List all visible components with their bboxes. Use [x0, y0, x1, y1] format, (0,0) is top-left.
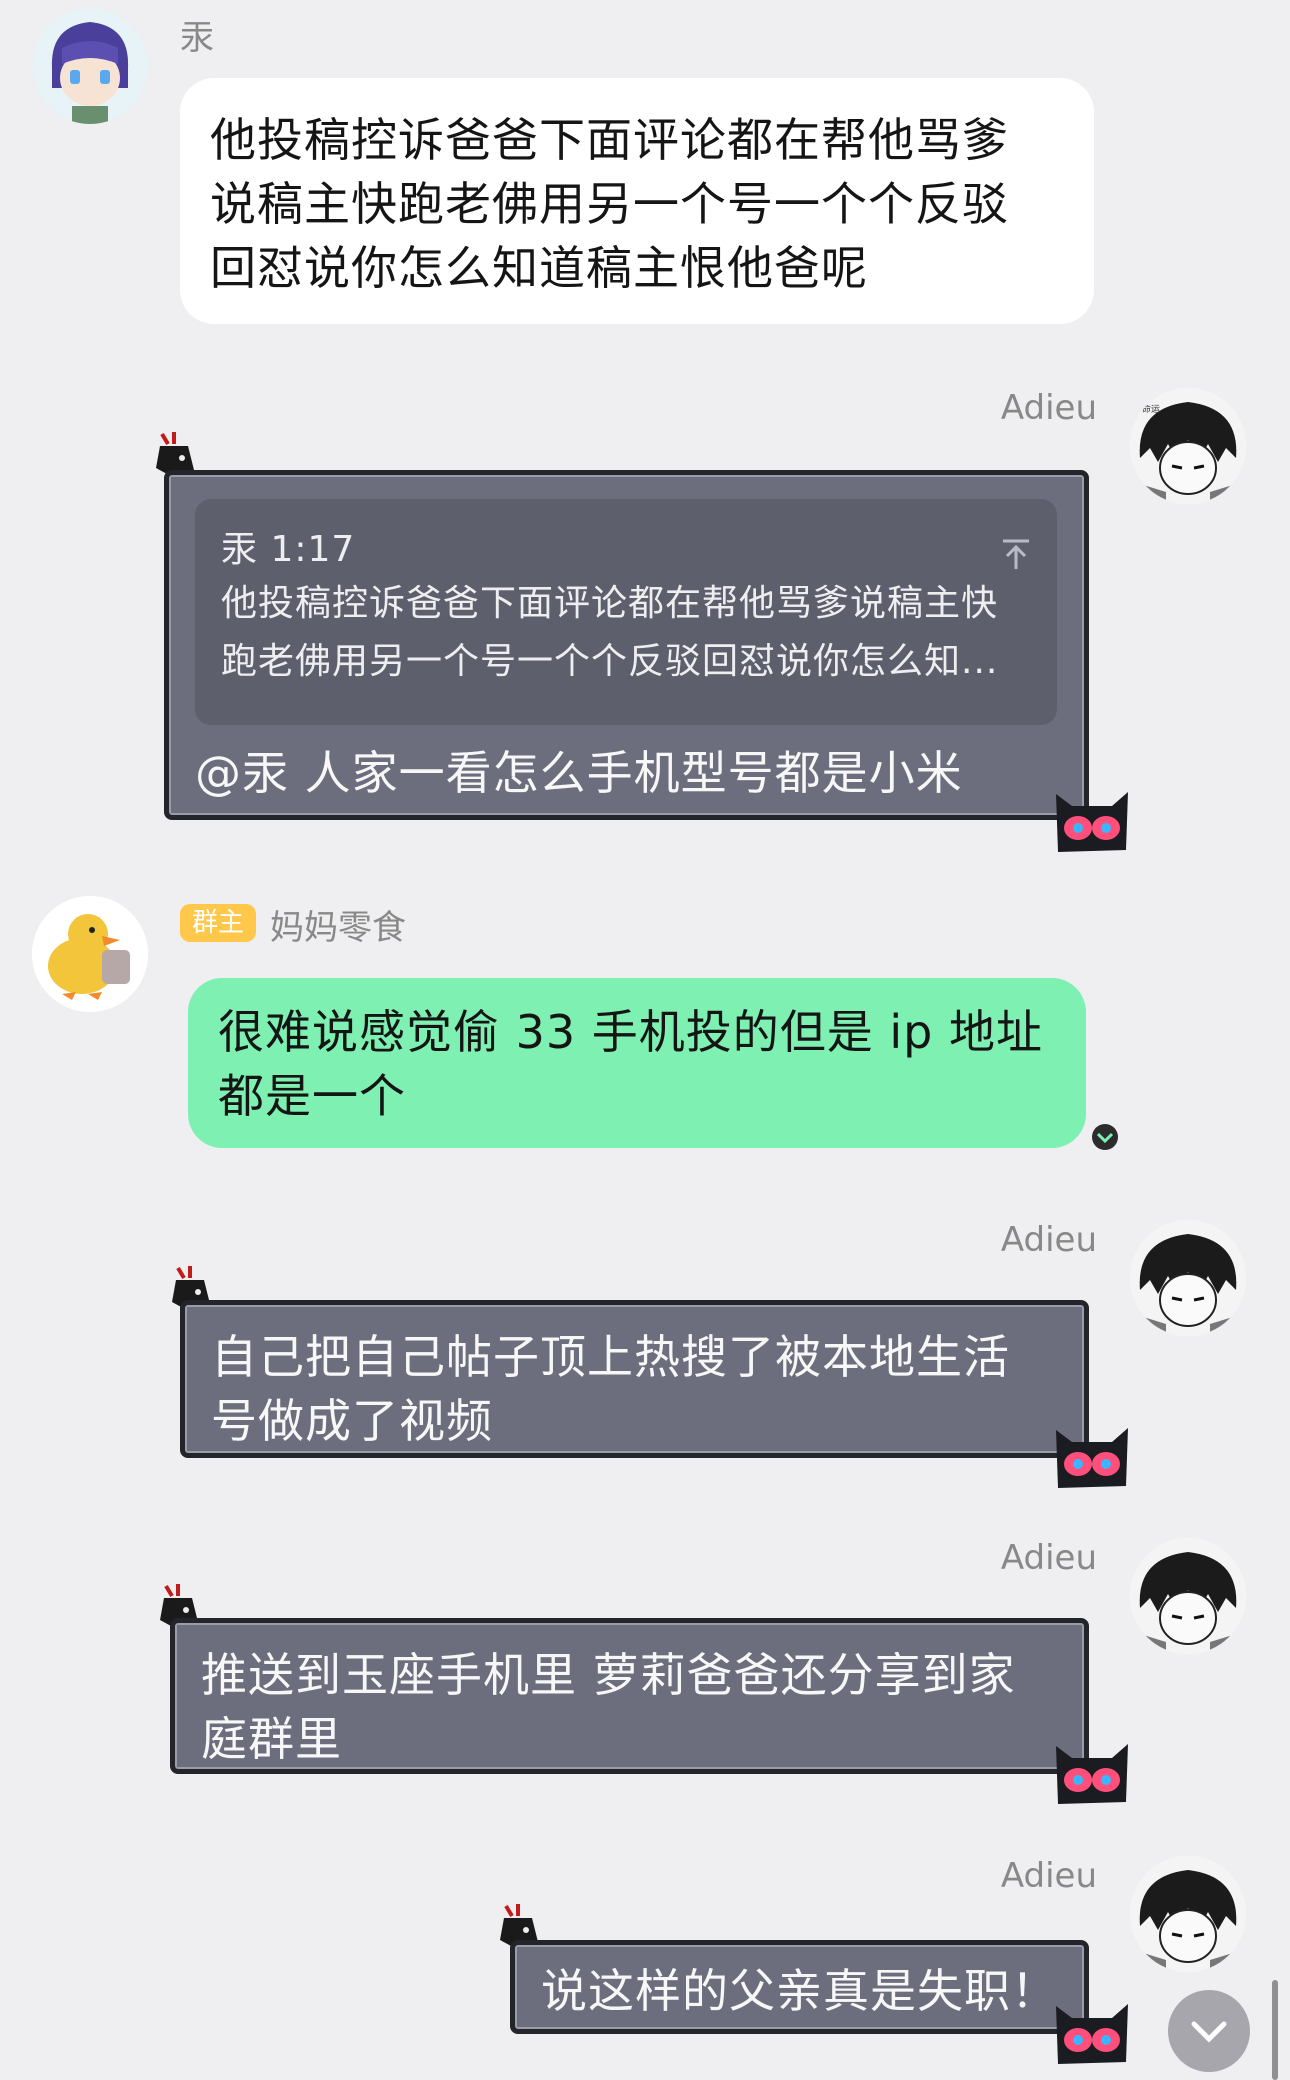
cat-mask-decor-icon: [1050, 1416, 1134, 1500]
manga-boy-avatar-icon: 命运: [1130, 388, 1246, 504]
chevron-down-icon: [1191, 2021, 1227, 2043]
message-bubble[interactable]: 他投稿控诉爸爸下面评论都在帮他骂爹 说稿主快跑老佛用另一个号一个个反驳 回怼说你…: [180, 78, 1094, 324]
owner-badge: 群主: [180, 904, 257, 942]
cat-mask-decor-icon: [1050, 780, 1134, 864]
sender-name: Adieu: [1000, 1538, 1097, 1578]
chevron-down-icon[interactable]: [1090, 1122, 1120, 1156]
duck-avatar-icon: [32, 896, 148, 1012]
avatar-icon[interactable]: [1130, 1856, 1246, 1972]
message-text-line: 自己把自己帖子顶上热搜了被本地生活: [211, 1330, 1010, 1384]
manga-boy-avatar-icon: [1130, 1220, 1246, 1336]
jump-to-top-icon[interactable]: [999, 523, 1033, 587]
message-text-line: 庭群里: [201, 1712, 342, 1766]
message-text: @汞 人家一看怎么手机型号都是小米: [195, 746, 963, 800]
avatar-icon[interactable]: [1130, 1538, 1246, 1654]
svg-text:命运: 命运: [1142, 403, 1160, 415]
message-text: 说这样的父亲真是失职！: [541, 1964, 1058, 2018]
message-text-line: 回怼说你怎么知道稿主恨他爸呢: [210, 241, 868, 295]
cat-mask-decor-icon: [1050, 1992, 1134, 2076]
message-bubble[interactable]: 推送到玉座手机里 萝莉爸爸还分享到家 庭群里: [170, 1618, 1089, 1774]
message-text-line: 很难说感觉偷 33 手机投的但是 ip 地址: [218, 1005, 1044, 1059]
scroll-to-bottom-button[interactable]: [1168, 1990, 1250, 2072]
avatar-icon[interactable]: [32, 896, 148, 1012]
sender-name: Adieu: [1000, 1856, 1097, 1896]
avatar-icon[interactable]: [32, 8, 148, 124]
message-text-line: 都是一个: [218, 1069, 406, 1123]
cat-mask-decor-icon: [1050, 1732, 1134, 1816]
message-bubble[interactable]: 自己把自己帖子顶上热搜了被本地生活 号做成了视频: [180, 1300, 1089, 1458]
manga-boy-avatar-icon: [1130, 1538, 1246, 1654]
message-text-line: 他投稿控诉爸爸下面评论都在帮他骂爹: [210, 113, 1009, 167]
quote-header: 汞 1:17: [221, 529, 356, 570]
quoted-message[interactable]: 汞 1:17 他投稿控诉爸爸下面评论都在帮他骂爹说稿主快 跑老佛用另一个号一个个…: [195, 499, 1057, 725]
sender-name: 汞: [180, 18, 214, 58]
quote-text-line: 他投稿控诉爸爸下面评论都在帮他骂爹说稿主快: [221, 583, 999, 624]
message-text-line: 说稿主快跑老佛用另一个号一个个反驳: [210, 177, 1009, 231]
message-bubble[interactable]: 说这样的父亲真是失职！: [510, 1940, 1089, 2034]
sender-name: Adieu: [1000, 1220, 1097, 1260]
sender-name: 妈妈零食: [270, 908, 406, 948]
anime-character-avatar-icon: [32, 8, 148, 124]
manga-boy-avatar-icon: [1130, 1856, 1246, 1972]
avatar-icon[interactable]: [1130, 1220, 1246, 1336]
avatar-icon[interactable]: 命运: [1130, 388, 1246, 504]
message-text-line: 推送到玉座手机里 萝莉爸爸还分享到家: [201, 1648, 1016, 1702]
message-bubble[interactable]: 汞 1:17 他投稿控诉爸爸下面评论都在帮他骂爹说稿主快 跑老佛用另一个号一个个…: [164, 470, 1089, 820]
message-bubble[interactable]: 很难说感觉偷 33 手机投的但是 ip 地址 都是一个: [188, 978, 1086, 1148]
scrollbar-thumb[interactable]: [1272, 1980, 1278, 2080]
message-text-line: 号做成了视频: [211, 1394, 493, 1448]
sender-name: Adieu: [1000, 388, 1097, 428]
quote-text-line: 跑老佛用另一个号一个个反驳回怼说你怎么知...: [221, 641, 999, 682]
